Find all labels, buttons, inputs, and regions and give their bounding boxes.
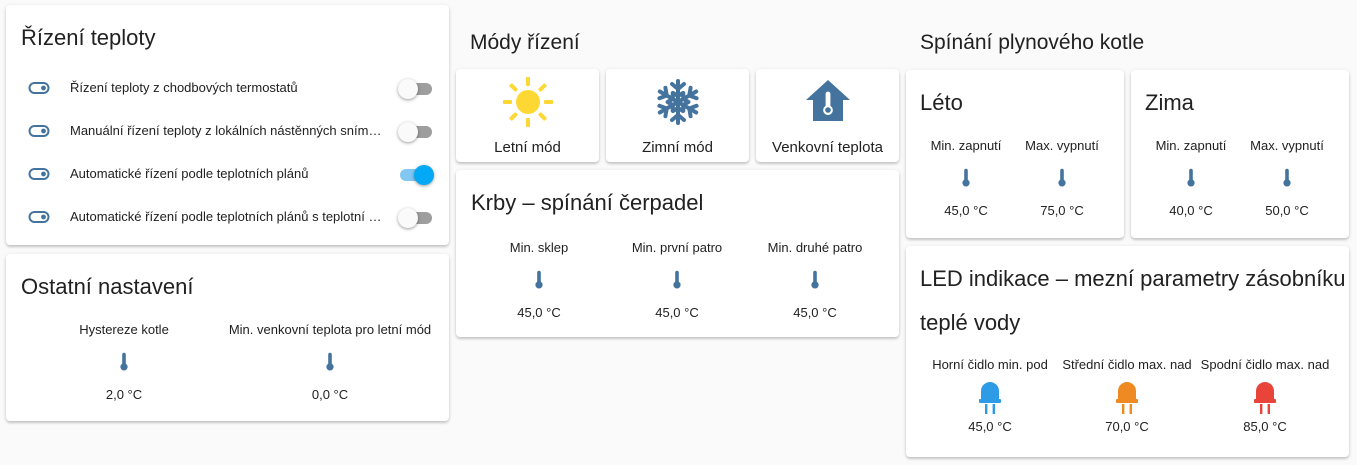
entity-min-outdoor-temp[interactable]: Min. venkovní teplota pro letní mód 0,0 … (224, 322, 436, 402)
card-title: Krby – spínání čerpadel (471, 190, 704, 215)
card-title: Řízení teploty (21, 25, 156, 50)
thermometer-icon (1282, 168, 1292, 188)
entity-bottom-sensor-max[interactable]: Spodní čidlo max. nad 85,0 °C (1195, 357, 1335, 434)
snowflake-icon (654, 79, 701, 125)
entity-value: 45,0 °C (655, 305, 699, 320)
row-label: Automatické řízení podle teplotních plán… (70, 166, 309, 181)
toggle-switch-icon (28, 166, 50, 182)
entity-value: 2,0 °C (105, 387, 143, 402)
toggle-row-automatic-plans[interactable]: Automatické řízení podle teplotních plán… (6, 154, 449, 194)
thermometer-icon (1057, 168, 1067, 188)
sun-icon (502, 77, 553, 127)
thermometer-icon (325, 352, 335, 372)
card-title: Ostatní nastavení (21, 274, 194, 299)
entity-value: 40,0 °C (1169, 203, 1213, 218)
toggle-switch[interactable] (398, 207, 434, 228)
thermometer-icon (672, 270, 682, 290)
winter-mode-button[interactable]: Zimní mód (606, 69, 749, 162)
outdoor-temperature-button[interactable]: Venkovní teplota (756, 69, 899, 162)
entity-name: Spodní čidlo max. nad (1200, 357, 1330, 372)
toggle-switch-icon (28, 123, 50, 139)
entity-value: 70,0 °C (1105, 419, 1149, 434)
mode-label: Venkovní teplota (772, 139, 883, 156)
boiler-title: Spínání plynového kotle (920, 31, 1145, 54)
entity-name: Střední čidlo max. nad (1062, 357, 1192, 372)
entity-name: Horní čidlo min. pod (932, 357, 1048, 372)
led-icon (1115, 376, 1139, 416)
card-title: Zima (1145, 90, 1194, 115)
led-icon (978, 376, 1002, 416)
led-icon (1253, 376, 1277, 416)
card-title: LED indikace – mezní parametry zásobníku (920, 266, 1346, 291)
temp-control-card: Řízení teploty Řízení teploty z chodbový… (6, 5, 449, 245)
entity-min-second-floor[interactable]: Min. druhé patro 45,0 °C (747, 240, 883, 320)
toggle-switch-icon (28, 209, 50, 225)
toggle-row-automatic-plans-extended[interactable]: Automatické řízení podle teplotních plán… (6, 197, 449, 237)
entity-name: Min. druhé patro (767, 240, 863, 255)
toggle-switch-icon (28, 80, 50, 96)
winter-card: Zima Min. zapnutí 40,0 °C Max. vypnutí 5… (1131, 70, 1349, 238)
entity-value: 0,0 °C (311, 387, 349, 402)
other-settings-card: Ostatní nastavení Hystereze kotle 2,0 °C… (6, 254, 449, 421)
thermometer-icon (1186, 168, 1196, 188)
entity-name: Hystereze kotle (79, 322, 169, 337)
entity-winter-max-off[interactable]: Max. vypnutí 50,0 °C (1237, 138, 1337, 218)
row-label: Automatické řízení podle teplotních plán… (70, 209, 386, 224)
entity-value: 50,0 °C (1265, 203, 1309, 218)
entity-name: Min. venkovní teplota pro letní mód (228, 322, 432, 337)
summer-card: Léto Min. zapnutí 45,0 °C Max. vypnutí 7… (906, 70, 1124, 238)
entity-summer-min-on[interactable]: Min. zapnutí 45,0 °C (916, 138, 1016, 218)
entity-value: 45,0 °C (968, 419, 1012, 434)
thermometer-icon (961, 168, 971, 188)
row-label: Řízení teploty z chodbových termostatů (70, 80, 298, 95)
home-thermometer-icon (805, 80, 850, 121)
toggle-switch[interactable] (398, 164, 434, 185)
mode-label: Letní mód (494, 139, 561, 156)
fireplaces-card: Krby – spínání čerpadel Min. sklep 45,0 … (456, 170, 899, 337)
entity-value: 45,0 °C (517, 305, 561, 320)
entity-value: 45,0 °C (944, 203, 988, 218)
row-label: Manuální řízení teploty z lokálních nást… (70, 123, 386, 138)
entity-top-sensor-min[interactable]: Horní čidlo min. pod 45,0 °C (920, 357, 1060, 434)
led-indication-card: LED indikace – mezní parametry zásobníku… (906, 246, 1349, 457)
toggle-switch[interactable] (398, 78, 434, 99)
toggle-row-manual-control[interactable]: Manuální řízení teploty z lokálních nást… (6, 111, 449, 151)
entity-value: 75,0 °C (1040, 203, 1084, 218)
modes-title: Módy řízení (470, 31, 580, 54)
card-title: Léto (920, 90, 963, 115)
thermometer-icon (119, 352, 129, 372)
entity-min-basement[interactable]: Min. sklep 45,0 °C (471, 240, 607, 320)
thermometer-icon (810, 270, 820, 290)
entity-name: Min. sklep (509, 240, 569, 255)
entity-name: Min. první patro (631, 240, 723, 255)
toggle-switch[interactable] (398, 121, 434, 142)
entity-boiler-hysteresis[interactable]: Hystereze kotle 2,0 °C (24, 322, 224, 402)
entity-name: Min. zapnutí (1155, 138, 1227, 153)
summer-mode-button[interactable]: Letní mód (456, 69, 599, 162)
entity-winter-min-on[interactable]: Min. zapnutí 40,0 °C (1141, 138, 1241, 218)
mode-label: Zimní mód (642, 139, 713, 156)
entity-min-first-floor[interactable]: Min. první patro 45,0 °C (607, 240, 747, 320)
entity-middle-sensor-max[interactable]: Střední čidlo max. nad 70,0 °C (1057, 357, 1197, 434)
entity-value: 85,0 °C (1243, 419, 1287, 434)
entity-name: Max. vypnutí (1250, 138, 1324, 153)
thermometer-icon (534, 270, 544, 290)
entity-value: 45,0 °C (793, 305, 837, 320)
entity-summer-max-off[interactable]: Max. vypnutí 75,0 °C (1012, 138, 1112, 218)
toggle-row-hallway-thermostats[interactable]: Řízení teploty z chodbových termostatů (6, 68, 449, 108)
entity-name: Max. vypnutí (1025, 138, 1099, 153)
card-title-continued: teplé vody (920, 310, 1021, 335)
entity-name: Min. zapnutí (930, 138, 1002, 153)
